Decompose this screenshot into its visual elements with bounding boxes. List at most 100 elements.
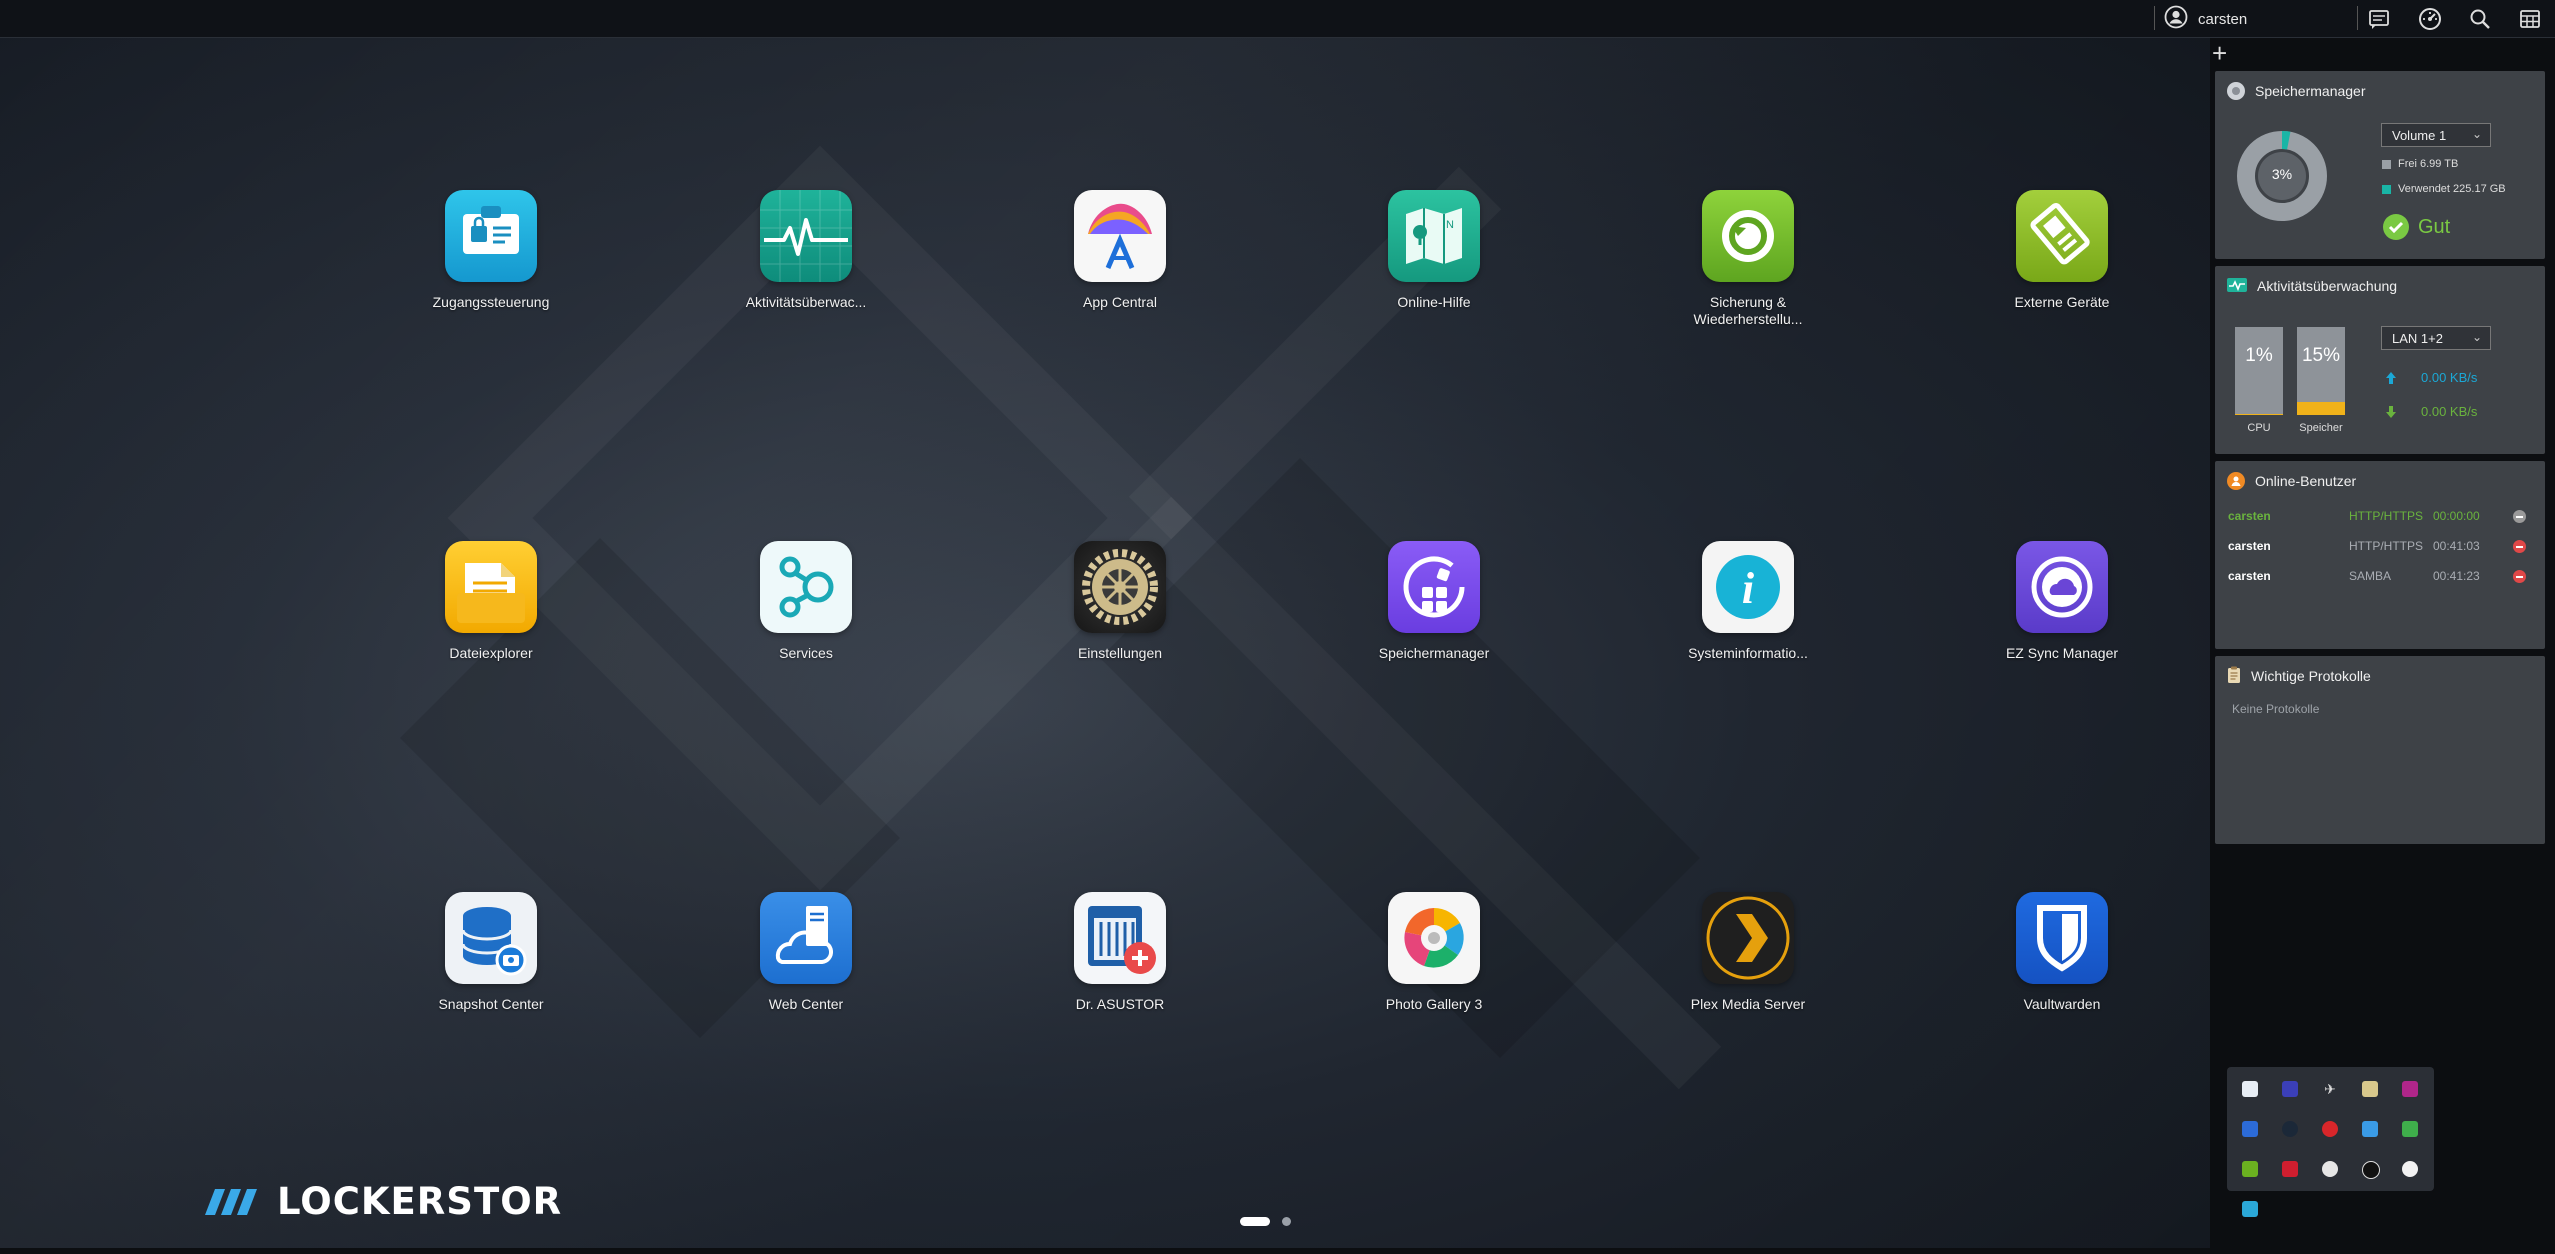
page-dot[interactable] — [1282, 1217, 1291, 1226]
username: carsten — [2198, 10, 2248, 28]
backup-restore-icon — [1702, 190, 1794, 282]
app-label: Externe Geräte — [2014, 294, 2110, 310]
disconnect-icon[interactable] — [2513, 540, 2526, 553]
storage-manager-icon — [1388, 541, 1480, 633]
app-label: Dateiexplorer — [449, 645, 533, 661]
arrow-down-icon — [2386, 405, 2396, 418]
upload-rate: 0.00 KB/s — [2385, 370, 2477, 385]
cpu-percent: 1% — [2245, 345, 2273, 366]
nvidia-icon[interactable] — [2242, 1161, 2258, 1177]
airplane-icon[interactable]: ✈ — [2322, 1081, 2338, 1097]
top-bar-divider — [2357, 6, 2358, 30]
message-icon[interactable] — [2365, 5, 2393, 33]
app-dr-asustor[interactable]: Dr. ASUSTOR — [1010, 892, 1230, 1013]
ez-sync-icon — [2016, 541, 2108, 633]
red-app-icon[interactable] — [2322, 1121, 2338, 1137]
app-photo-gallery[interactable]: Photo Gallery 3 — [1324, 892, 1544, 1013]
app-label: Vaultwarden — [2023, 996, 2101, 1012]
disconnect-icon[interactable] — [2513, 510, 2526, 523]
svg-text:i: i — [1742, 564, 1755, 613]
legend-swatch-free — [2382, 159, 2391, 169]
widget-logs: Wichtige Protokolle Keine Protokolle — [2215, 656, 2545, 844]
top-bar-divider — [2154, 6, 2155, 30]
storage-status: Gut — [2382, 213, 2450, 241]
online-user-row: carsten SAMBA 00:41:23 — [2228, 567, 2528, 587]
check-circle-icon — [2383, 214, 2409, 240]
nas-sync-icon[interactable] — [2242, 1081, 2258, 1097]
app-sicherung[interactable]: Sicherung & Wiederherstellu... — [1638, 190, 1858, 328]
app-label: Online-Hilfe — [1397, 294, 1471, 310]
app-label: Web Center — [768, 996, 844, 1012]
online-help-map-icon: N — [1388, 190, 1480, 282]
svg-text:N: N — [1446, 219, 1454, 231]
app-label: Snapshot Center — [438, 996, 544, 1012]
security-shield-icon[interactable] — [2242, 1201, 2258, 1217]
page-indicator — [1240, 1217, 1291, 1226]
chevron-down-icon: ⌄ — [2471, 330, 2482, 344]
memory-percent: 15% — [2301, 345, 2341, 366]
app-app-central[interactable]: App Central — [1010, 190, 1230, 311]
arrow-up-icon — [2386, 371, 2396, 384]
app-online-hilfe[interactable]: N Online-Hilfe — [1324, 190, 1544, 311]
logitech-icon[interactable] — [2362, 1161, 2380, 1179]
app-label: Zugangssteuerung — [432, 294, 550, 310]
widget-title: Aktivitätsüberwachung — [2257, 278, 2398, 294]
settings-gear-icon — [1074, 541, 1166, 633]
legend-free: Frei 6.99 TB — [2382, 158, 2458, 170]
app-systeminformation[interactable]: i Systeminformatio... — [1638, 541, 1858, 662]
search-icon[interactable] — [2466, 5, 2494, 33]
onedrive-icon[interactable] — [2362, 1121, 2378, 1137]
online-user-row: carsten HTTP/HTTPS 00:41:03 — [2228, 537, 2528, 557]
users-widget-icon — [2227, 472, 2245, 490]
activity-widget-icon — [2227, 277, 2247, 295]
app-aktivitaetsueberwachung[interactable]: Aktivitätsüberwac... — [696, 190, 916, 311]
app-central-icon — [1074, 190, 1166, 282]
memory-bar-fill — [2297, 401, 2345, 415]
desktop: Zugangssteuerung Aktivitätsüberwac... Ap… — [0, 38, 2210, 1248]
app-snapshot-center[interactable]: Snapshot Center — [381, 892, 601, 1013]
app-plex[interactable]: Plex Media Server — [1638, 892, 1858, 1013]
activity-monitor-icon — [760, 190, 852, 282]
xbox-icon[interactable] — [2402, 1161, 2418, 1177]
app-einstellungen[interactable]: Einstellungen — [1010, 541, 1230, 662]
page-dot-active[interactable] — [1240, 1217, 1270, 1226]
lockerstor-logo: LOCKERSTOR — [205, 1180, 562, 1223]
steam-icon[interactable] — [2282, 1121, 2298, 1137]
malwarebytes-icon[interactable] — [2242, 1121, 2258, 1137]
app-services[interactable]: Services — [696, 541, 916, 662]
lan-select[interactable]: LAN 1+2 ⌄ — [2381, 326, 2491, 350]
user-menu[interactable]: carsten — [2164, 5, 2248, 32]
services-icon — [760, 541, 852, 633]
purple-app-icon[interactable] — [2402, 1081, 2418, 1097]
donut-label: 3% — [2271, 166, 2293, 182]
app-ez-sync-manager[interactable]: EZ Sync Manager — [1952, 541, 2172, 662]
app-speichermanager[interactable]: Speichermanager — [1324, 541, 1544, 662]
green-arrow-icon[interactable] — [2402, 1121, 2418, 1137]
monitor-icon[interactable] — [2282, 1081, 2298, 1097]
circle-app-icon[interactable] — [2322, 1161, 2338, 1177]
volume-select[interactable]: Volume 1 ⌄ — [2381, 123, 2491, 147]
app-label: Dr. ASUSTOR — [1075, 996, 1165, 1012]
add-widget-plus-icon[interactable]: + — [2212, 40, 2227, 66]
system-information-icon: i — [1702, 541, 1794, 633]
widget-title: Online-Benutzer — [2255, 473, 2357, 489]
app-externe-geraete[interactable]: Externe Geräte — [1952, 190, 2172, 311]
disconnect-icon[interactable] — [2513, 570, 2526, 583]
widgets-grid-icon[interactable] — [2516, 5, 2544, 33]
app-web-center[interactable]: Web Center — [696, 892, 916, 1013]
app-vaultwarden[interactable]: Vaultwarden — [1952, 892, 2172, 1013]
external-devices-icon — [2016, 190, 2108, 282]
snapshot-center-icon — [445, 892, 537, 984]
app-zugangssteuerung[interactable]: Zugangssteuerung — [381, 190, 601, 311]
logs-empty-text: Keine Protokolle — [2232, 702, 2320, 716]
file-explorer-icon — [445, 541, 537, 633]
cpu-label: CPU — [2247, 422, 2271, 434]
memory-bar: 15% — [2297, 327, 2345, 415]
photo-gallery-icon — [1388, 892, 1480, 984]
top-bar: carsten — [0, 0, 2555, 38]
display-icon[interactable] — [2362, 1081, 2378, 1097]
dashboard-gauge-icon[interactable] — [2416, 5, 2444, 33]
amd-icon[interactable] — [2282, 1161, 2298, 1177]
app-dateiexplorer[interactable]: Dateiexplorer — [381, 541, 601, 662]
online-user-row: carsten HTTP/HTTPS 00:00:00 — [2228, 507, 2528, 527]
